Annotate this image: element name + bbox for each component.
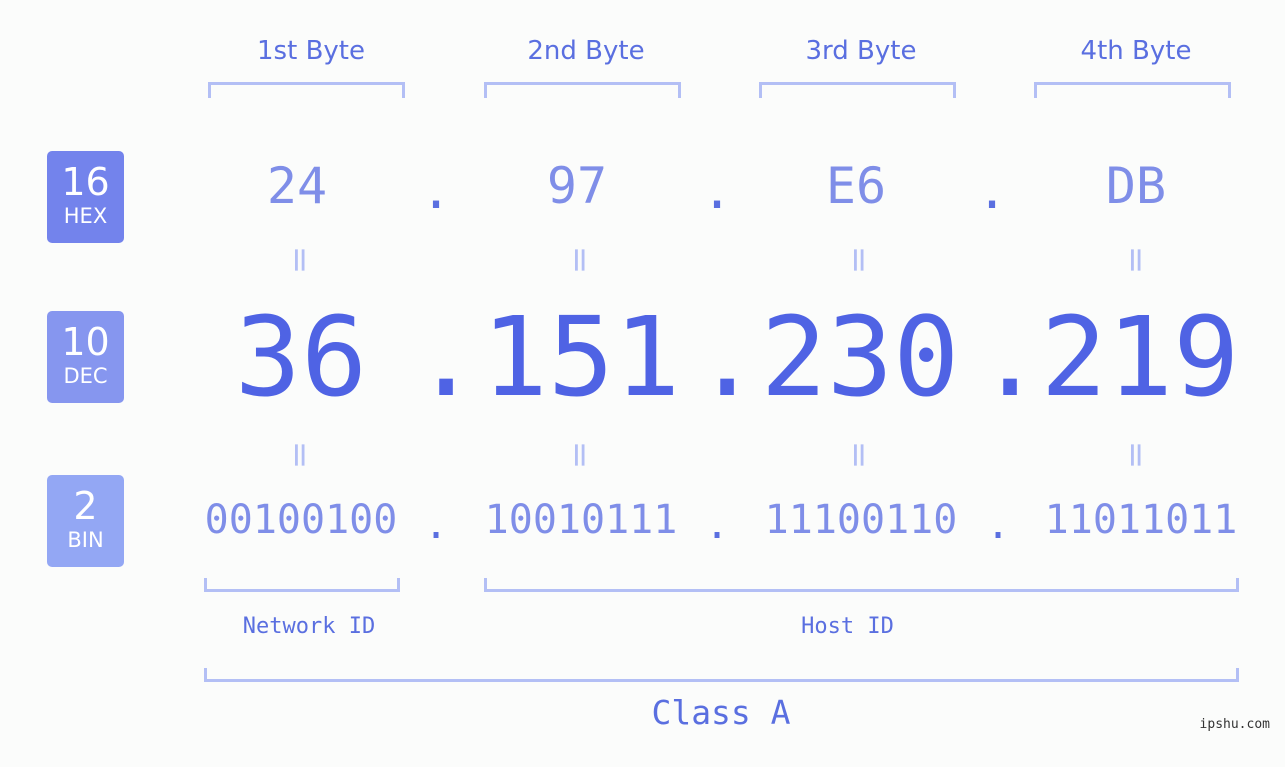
byte-bracket-4 [1034, 82, 1231, 98]
dec-badge-label: DEC [63, 364, 108, 388]
equals-icon: = [560, 440, 600, 470]
equals-icon: = [1116, 440, 1156, 470]
dec-byte-3: 230 [760, 293, 960, 421]
hex-badge: 16 HEX [47, 151, 124, 243]
byte-bracket-1 [208, 82, 405, 98]
network-id-label: Network ID [242, 614, 376, 639]
network-id-bracket [204, 578, 400, 592]
bin-badge-number: 2 [73, 484, 98, 528]
byte-header-3: 3rd Byte [805, 36, 917, 66]
hex-dot-3: . [977, 162, 1008, 220]
dec-byte-2: 151 [481, 293, 681, 421]
hex-byte-4: DB [1105, 157, 1167, 215]
hex-byte-1: 24 [266, 157, 328, 215]
dec-byte-4: 219 [1040, 293, 1240, 421]
bin-byte-1: 00100100 [204, 497, 398, 543]
equals-icon: = [839, 440, 879, 470]
hex-badge-label: HEX [63, 204, 108, 228]
hex-byte-3: E6 [825, 157, 887, 215]
equals-icon: = [280, 245, 320, 275]
dec-byte-1: 36 [234, 293, 368, 421]
byte-bracket-2 [484, 82, 681, 98]
bin-dot-1: . [423, 502, 449, 548]
dec-dot-1: . [413, 293, 480, 421]
host-id-label: Host ID [801, 614, 894, 639]
hex-byte-2: 97 [546, 157, 608, 215]
class-bracket [204, 668, 1239, 682]
class-label: Class A [651, 693, 791, 732]
dec-dot-2: . [694, 293, 761, 421]
hex-dot-1: . [421, 162, 452, 220]
equals-icon: = [1116, 245, 1156, 275]
hex-badge-number: 16 [61, 160, 110, 204]
byte-bracket-3 [759, 82, 956, 98]
byte-header-4: 4th Byte [1080, 36, 1192, 66]
bin-badge: 2 BIN [47, 475, 124, 567]
dec-dot-3: . [977, 293, 1044, 421]
dec-badge-number: 10 [61, 320, 110, 364]
bin-byte-3: 11100110 [764, 497, 958, 543]
hex-dot-2: . [702, 162, 733, 220]
bin-dot-3: . [985, 502, 1011, 548]
equals-icon: = [560, 245, 600, 275]
bin-byte-2: 10010111 [484, 497, 678, 543]
byte-header-2: 2nd Byte [527, 36, 645, 66]
bin-byte-4: 11011011 [1044, 497, 1238, 543]
dec-badge: 10 DEC [47, 311, 124, 403]
host-id-bracket [484, 578, 1239, 592]
watermark: ipshu.com [1199, 717, 1270, 732]
equals-icon: = [280, 440, 320, 470]
equals-icon: = [839, 245, 879, 275]
bin-dot-2: . [704, 502, 730, 548]
byte-header-1: 1st Byte [257, 36, 365, 66]
bin-badge-label: BIN [67, 528, 104, 552]
